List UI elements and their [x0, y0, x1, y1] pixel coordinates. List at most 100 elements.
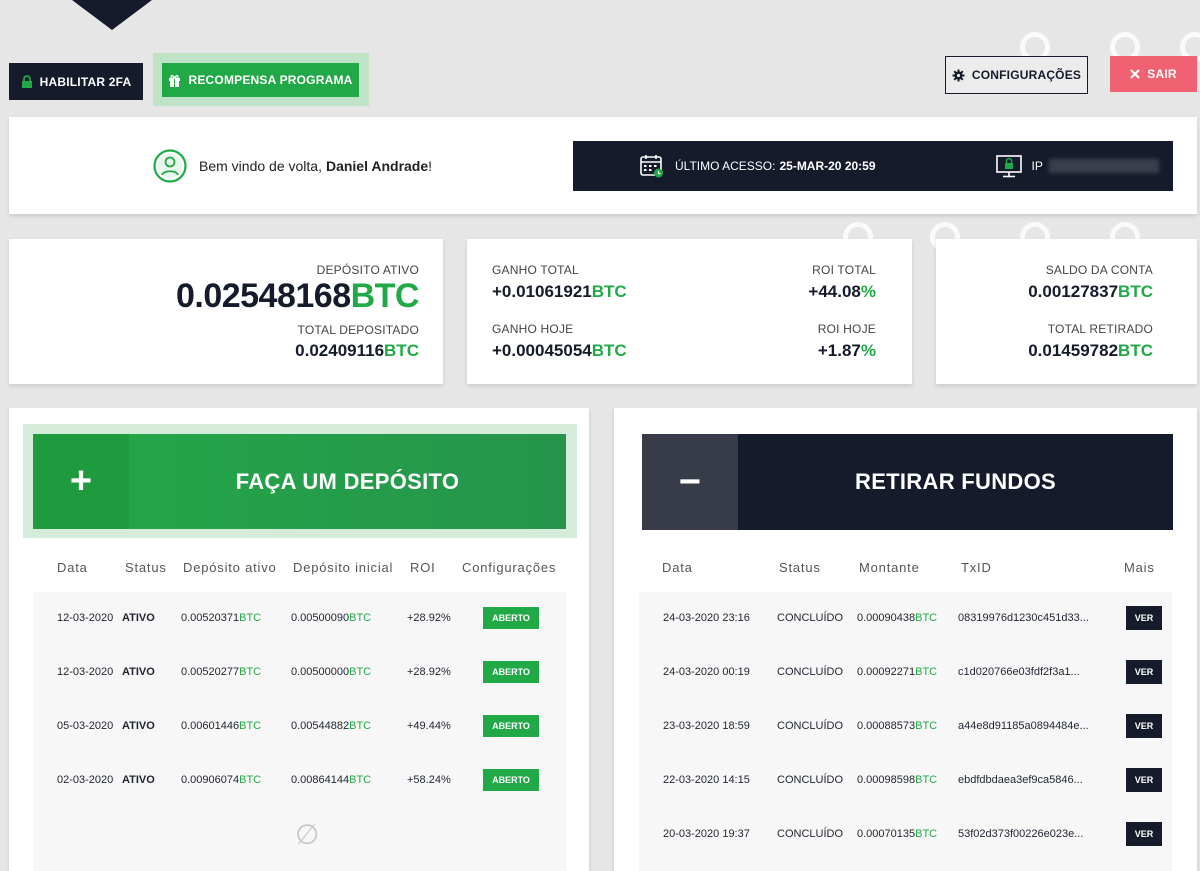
last-access: ÚLTIMO ACESSO: 25-MAR-20 20:59 [639, 153, 876, 179]
row-status: ATIVO [122, 774, 155, 786]
row-initial: 0.00864144BTC [291, 774, 372, 786]
deposit-col-settings: Configurações [462, 560, 557, 575]
open-button[interactable]: ABERTO [483, 607, 539, 629]
account-balance-value: 0.00127837BTC [1028, 282, 1153, 301]
roi-total-value: +44.08% [808, 282, 876, 301]
gear-icon [952, 69, 965, 81]
deposit-panel: + FAÇA UM DEPÓSITO Data Status Depósito … [9, 408, 589, 871]
welcome-user-name: Daniel Andrade [325, 158, 429, 174]
row-date: 24-03-2020 23:16 [663, 612, 750, 624]
withdraw-funds-label: RETIRAR FUNDOS [855, 469, 1056, 494]
open-button[interactable]: ABERTO [483, 661, 539, 683]
today-gain-label: GANHO HOJE [492, 322, 574, 336]
total-deposited-value: 0.02409116BTC [295, 341, 419, 360]
view-button[interactable]: VER [1126, 822, 1162, 846]
last-access-value: 25-MAR-20 20:59 [779, 159, 876, 173]
row-status: CONCLUÍDO [777, 828, 844, 840]
make-deposit-button[interactable]: + FAÇA UM DEPÓSITO [33, 434, 566, 529]
row-status: ATIVO [122, 720, 155, 732]
row-status: CONCLUÍDO [777, 774, 844, 786]
row-txid: c1d020766e03fdf2f3a1... [958, 666, 1080, 678]
row-date: 12-03-2020 [57, 666, 114, 678]
enable-2fa-button[interactable]: HABILITAR 2FA [9, 63, 143, 100]
deposit-col-roi: ROI [410, 560, 436, 575]
table-row: 02-03-2020 ATIVO 0.00906074BTC 0.0086414… [33, 754, 566, 808]
withdraw-table: 24-03-2020 23:16 CONCLUÍDO 0.00090438BTC… [639, 592, 1172, 871]
open-button[interactable]: ABERTO [483, 715, 539, 737]
row-amount: 0.00092271BTC [857, 666, 938, 678]
deposit-table: 12-03-2020 ATIVO 0.00520371BTC 0.0050009… [33, 592, 566, 871]
row-initial: 0.00500090BTC [291, 612, 372, 624]
minus-icon: − [642, 434, 738, 530]
row-active: 0.00906074BTC [181, 774, 262, 786]
withdraw-col-txid: TxID [961, 560, 992, 575]
table-row: 12-03-2020 ATIVO 0.00520277BTC 0.0050000… [33, 646, 566, 700]
calendar-icon [640, 155, 663, 178]
row-date: 23-03-2020 18:59 [663, 720, 750, 732]
total-deposited-label: TOTAL DEPOSITADO [297, 323, 419, 337]
row-status: CONCLUÍDO [777, 612, 844, 624]
view-button[interactable]: VER [1126, 768, 1162, 792]
exit-button[interactable]: SAIR [1110, 56, 1197, 92]
ip-info: IP [995, 153, 1159, 179]
view-button[interactable]: VER [1126, 660, 1162, 684]
account-balance-label: SALDO DA CONTA [1045, 263, 1153, 277]
row-roi: +28.92% [407, 612, 451, 624]
welcome-panel: Bem vindo de volta, Daniel Andrade ! ÚLT… [9, 117, 1197, 214]
withdraw-col-more: Mais [1124, 560, 1155, 575]
row-date: 20-03-2020 19:37 [663, 828, 750, 840]
row-active: 0.00601446BTC [181, 720, 262, 732]
row-initial: 0.00544882BTC [291, 720, 372, 732]
total-withdrawn-label: TOTAL RETIRADO [1047, 322, 1153, 336]
withdraw-panel: − RETIRAR FUNDOS Data Status Montante Tx… [614, 408, 1197, 871]
active-deposit-value: 0.02548168BTC [175, 277, 420, 315]
row-status: CONCLUÍDO [777, 720, 844, 732]
ip-value-redacted [1048, 159, 1159, 173]
gift-icon [169, 74, 181, 87]
table-row: 20-03-2020 19:37 CONCLUÍDO 0.00070135BTC… [639, 808, 1172, 862]
welcome-suffix: ! [428, 158, 433, 174]
table-row: 24-03-2020 23:16 CONCLUÍDO 0.00090438BTC… [639, 592, 1172, 646]
total-gain-label: GANHO TOTAL [492, 263, 579, 277]
row-amount: 0.00070135BTC [857, 828, 938, 840]
reward-program-label: RECOMPENSA PROGRAMA [188, 73, 353, 87]
open-button[interactable]: ABERTO [483, 769, 539, 791]
gain-summary-card: GANHO TOTAL +0.01061921BTC GANHO HOJE +0… [467, 239, 912, 384]
row-date: 24-03-2020 00:19 [663, 666, 750, 678]
welcome-message: Bem vindo de volta, Daniel Andrade ! [153, 149, 432, 183]
last-access-label: ÚLTIMO ACESSO: [675, 159, 776, 173]
plus-icon: + [33, 434, 129, 529]
roi-today-label: ROI HOJE [817, 322, 876, 336]
row-status: CONCLUÍDO [777, 666, 844, 678]
deposit-summary-card: DEPÓSITO ATIVO 0.02548168BTC TOTAL DEPOS… [9, 239, 443, 384]
row-status: ATIVO [122, 666, 155, 678]
table-row: 23-03-2020 18:59 CONCLUÍDO 0.00088573BTC… [639, 700, 1172, 754]
access-info-bar: ÚLTIMO ACESSO: 25-MAR-20 20:59 IP [573, 141, 1173, 191]
row-txid: ebdfdbdaea3ef9ca5846... [958, 774, 1083, 786]
withdraw-funds-button[interactable]: − RETIRAR FUNDOS [642, 434, 1173, 530]
row-initial: 0.00500000BTC [291, 666, 372, 678]
deposit-col-status: Status [125, 560, 167, 575]
withdraw-col-status: Status [779, 560, 821, 575]
row-date: 02-03-2020 [57, 774, 114, 786]
active-deposit-label: DEPÓSITO ATIVO [316, 263, 419, 277]
enable-2fa-label: HABILITAR 2FA [39, 74, 132, 89]
view-button[interactable]: VER [1126, 606, 1162, 630]
today-gain-value: +0.00045054BTC [492, 341, 627, 360]
view-button[interactable]: VER [1126, 714, 1162, 738]
table-row: 05-03-2020 ATIVO 0.00601446BTC 0.0054488… [33, 700, 566, 754]
ip-label: IP [1031, 159, 1043, 173]
top-decoration [72, 0, 152, 30]
reward-program-button[interactable]: RECOMPENSA PROGRAMA [162, 63, 359, 97]
row-date: 22-03-2020 14:15 [663, 774, 750, 786]
welcome-prefix: Bem vindo de volta, [199, 158, 322, 174]
deposit-col-date: Data [57, 560, 88, 575]
row-status: ATIVO [122, 612, 155, 624]
settings-button[interactable]: CONFIGURAÇÕES [945, 56, 1088, 94]
row-amount: 0.00088573BTC [857, 720, 938, 732]
row-active: 0.00520371BTC [181, 612, 262, 624]
table-row: 12-03-2020 ATIVO 0.00520371BTC 0.0050009… [33, 592, 566, 646]
user-avatar-icon [153, 149, 187, 183]
monitor-lock-icon [995, 155, 1022, 178]
row-roi: +28.92% [407, 666, 451, 678]
